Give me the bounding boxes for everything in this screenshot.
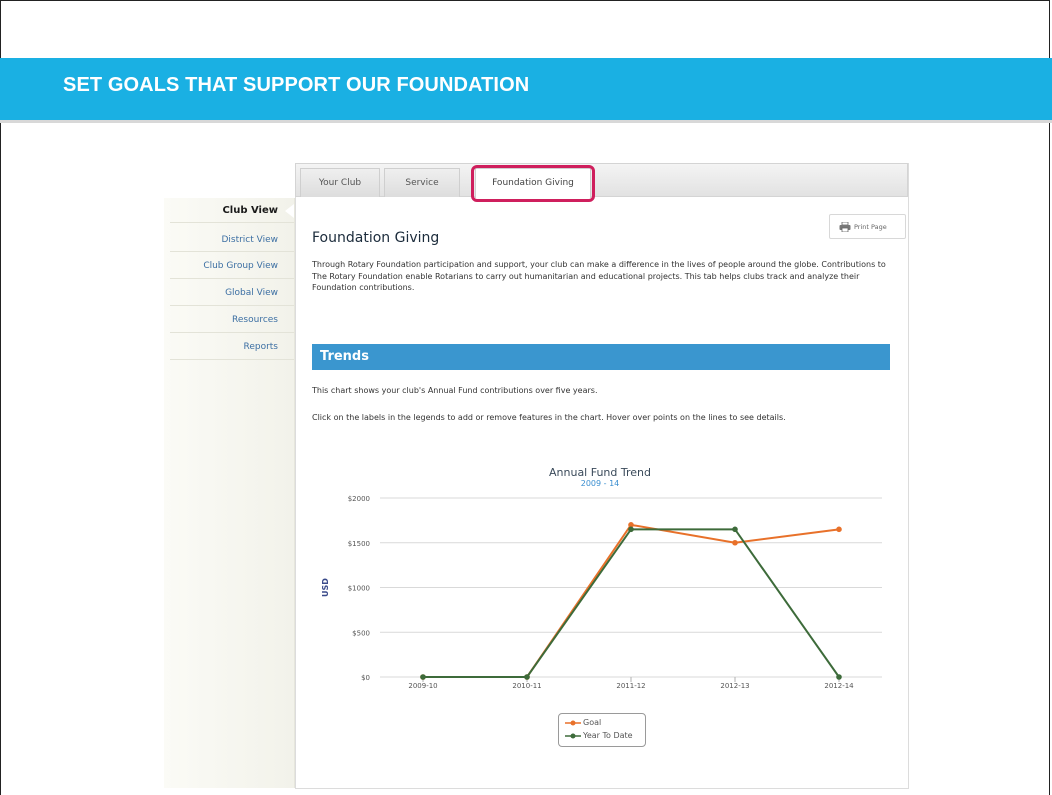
series-line-goal (423, 523, 840, 678)
sidebar-divider (170, 332, 294, 333)
sidebar-item-club-group-view[interactable]: Club Group View (203, 261, 278, 271)
chart-hint: Click on the labels in the legends to ad… (312, 413, 786, 422)
legend-label-goal: Goal (583, 718, 602, 727)
section-header-trends: Trends (312, 344, 890, 370)
sidebar-divider (170, 305, 294, 306)
data-point-year-to-date (732, 526, 738, 533)
print-page-label: Print Page (854, 223, 887, 231)
sidebar-item-resources[interactable]: Resources (232, 315, 278, 325)
chart-subtitle: 2009 - 14 (581, 479, 620, 488)
series-line-year-to-date (423, 528, 840, 678)
tab-service[interactable]: Service (384, 168, 460, 197)
x-tick-label: 2011-12 (616, 682, 645, 690)
tab-your-club[interactable]: Your Club (300, 168, 380, 197)
slide-banner: SET GOALS THAT SUPPORT OUR FOUNDATION (0, 58, 1052, 123)
y-tick-label: $1500 (348, 540, 370, 548)
data-point-year-to-date (628, 526, 634, 533)
x-tick-label: 2009-10 (408, 682, 437, 690)
sidebar-divider (170, 222, 294, 223)
sidebar-nav: Club View District View Club Group View … (164, 198, 295, 788)
slide-title: SET GOALS THAT SUPPORT OUR FOUNDATION (63, 74, 530, 96)
sidebar-item-global-view[interactable]: Global View (225, 288, 278, 298)
data-point-goal (836, 526, 842, 533)
y-tick-label: $1000 (348, 585, 370, 593)
page-heading: Foundation Giving (312, 230, 440, 246)
printer-icon (839, 222, 851, 232)
x-tick-label: 2012-14 (824, 682, 854, 690)
y-tick-label: $0 (361, 674, 370, 682)
y-axis-label: USD (321, 578, 330, 597)
chart-legend: Goal Year To Date (558, 713, 646, 747)
y-tick-label: $500 (352, 629, 370, 637)
sidebar-divider (170, 251, 294, 252)
legend-swatch-year-to-date (565, 733, 581, 738)
x-tick-label: 2012-13 (720, 682, 749, 690)
data-point-year-to-date (836, 674, 842, 680)
tab-highlight-outline (471, 165, 595, 202)
legend-swatch-goal (565, 720, 581, 725)
sidebar-item-district-view[interactable]: District View (221, 235, 278, 245)
data-point-year-to-date (524, 674, 530, 680)
data-point-year-to-date (420, 674, 426, 680)
intro-text: Through Rotary Foundation participation … (312, 260, 886, 292)
chart-description: This chart shows your club's Annual Fund… (312, 386, 598, 395)
print-page-button[interactable]: Print Page (829, 214, 906, 239)
legend-item-goal[interactable]: Goal (565, 718, 601, 727)
sidebar-divider (170, 359, 294, 360)
legend-label-year-to-date: Year To Date (583, 731, 633, 740)
sidebar-divider (170, 278, 294, 279)
data-point-goal (732, 539, 738, 546)
sidebar-item-reports[interactable]: Reports (243, 342, 278, 352)
x-tick-label: 2010-11 (512, 682, 541, 690)
legend-item-year-to-date[interactable]: Year To Date (565, 731, 633, 740)
sidebar-item-club-view[interactable]: Club View (222, 205, 278, 216)
y-tick-label: $2000 (348, 495, 370, 503)
chart-title: Annual Fund Trend (549, 466, 651, 479)
annual-fund-chart: Annual Fund Trend2009 - 14 $0 $500 $1000 $15… (321, 466, 882, 690)
active-pointer-arrow (285, 204, 294, 218)
